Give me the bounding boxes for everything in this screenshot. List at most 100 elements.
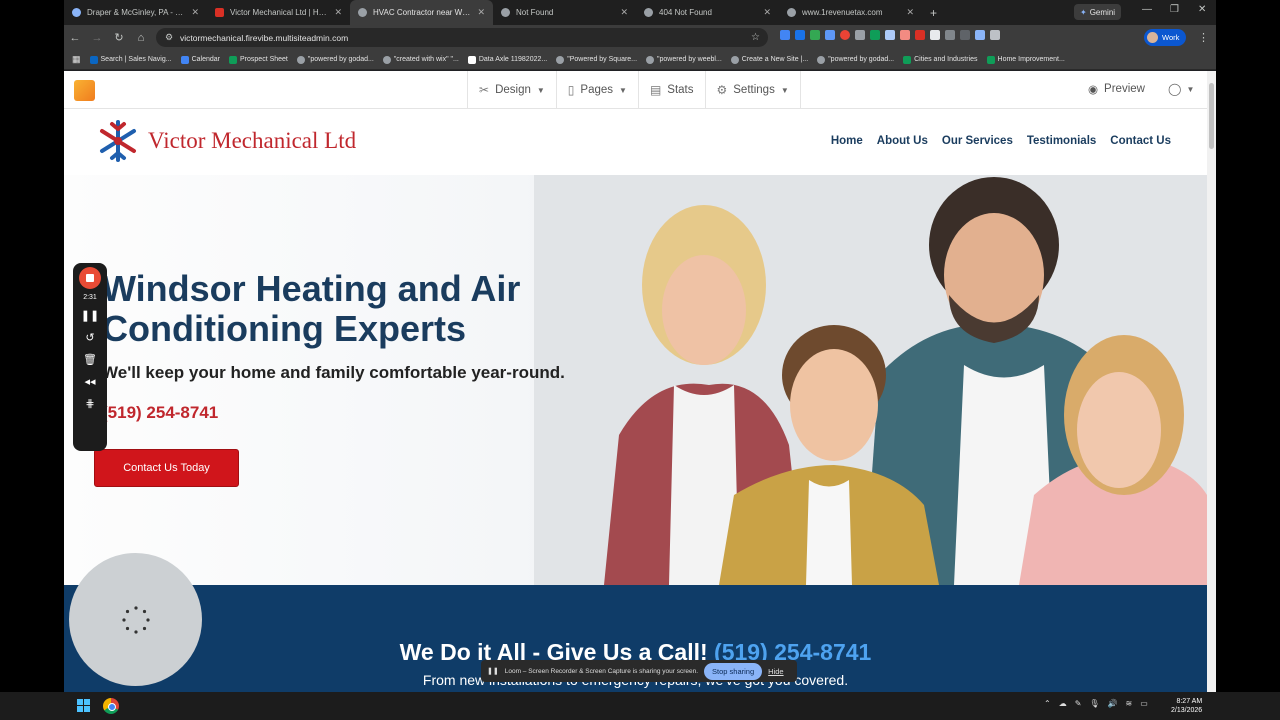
windows-start-icon[interactable] — [77, 699, 90, 712]
recording-timer: 2:31 — [83, 294, 97, 301]
clock[interactable]: 8:27 AM 2/13/2026 — [1171, 697, 1202, 715]
address-bar[interactable]: ⚙ victormechanical.firevibe.multisiteadm… — [156, 28, 768, 47]
site-name[interactable]: Victor Mechanical Ltd — [148, 128, 356, 154]
bookmark-label: "powered by godad... — [307, 56, 374, 63]
reload-icon[interactable]: ↻ — [108, 31, 130, 44]
editor-logo[interactable] — [74, 80, 95, 101]
chevron-up-icon[interactable]: ⌃ — [1044, 699, 1051, 708]
extension-icon[interactable] — [810, 30, 820, 40]
bookmark-item[interactable]: "powered by godad... — [817, 55, 895, 64]
bookmark-item[interactable]: "powered by weebl... — [646, 55, 722, 64]
extension-icon[interactable] — [870, 30, 880, 40]
speaker-icon[interactable]: 🔊 — [1108, 699, 1118, 708]
extension-icon[interactable] — [825, 30, 835, 40]
restore-icon[interactable]: ❐ — [1170, 4, 1179, 15]
google-icon — [646, 55, 655, 64]
nav-about-us[interactable]: About Us — [877, 135, 928, 147]
nav-testimonials[interactable]: Testimonials — [1027, 135, 1096, 147]
hide-link[interactable]: Hide — [768, 667, 783, 676]
pages-menu[interactable]: ▯ Pages ▼ — [557, 71, 639, 109]
close-icon[interactable]: ✕ — [620, 7, 628, 18]
close-icon[interactable]: ✕ — [477, 7, 485, 18]
page-scrollbar[interactable] — [1207, 71, 1216, 692]
bookmark-star-icon[interactable]: ☆ — [751, 32, 760, 43]
chrome-icon[interactable] — [103, 698, 119, 714]
close-icon[interactable]: ✕ — [334, 7, 342, 18]
back-icon[interactable]: ← — [64, 32, 86, 44]
extension-icon[interactable] — [945, 30, 955, 40]
extension-icon[interactable] — [960, 30, 970, 40]
extension-icon[interactable] — [780, 30, 790, 40]
bookmark-item[interactable]: Home Improvement... — [986, 55, 1065, 64]
camera-bubble[interactable] — [69, 553, 202, 686]
stats-menu[interactable]: ▤ Stats — [639, 71, 706, 109]
forward-icon[interactable]: → — [86, 32, 108, 44]
share-text: Loom – Screen Recorder & Screen Capture … — [504, 667, 699, 675]
design-menu[interactable]: ✂ Design ▼ — [468, 71, 557, 109]
hero-phone[interactable]: (519) 254-8741 — [102, 403, 218, 423]
extension-icon[interactable] — [915, 30, 925, 40]
minimize-icon[interactable]: — — [1142, 4, 1152, 15]
browser-tab[interactable]: 404 Not Found ✕ — [636, 0, 779, 25]
close-icon[interactable]: ✕ — [906, 7, 914, 18]
extension-icon[interactable] — [885, 30, 895, 40]
extension-icon[interactable] — [840, 30, 850, 40]
account-menu[interactable]: ◯ ▼ — [1168, 82, 1194, 96]
bookmark-item[interactable]: Cities and Industries — [903, 55, 978, 64]
browser-tab[interactable]: Not Found ✕ — [493, 0, 636, 25]
browser-tab-active[interactable]: HVAC Contractor near Windsor ✕ — [350, 0, 493, 25]
puzzle-icon[interactable] — [990, 30, 1000, 40]
snowflake-flame-logo[interactable] — [96, 118, 140, 164]
battery-icon[interactable]: ▭ — [1140, 699, 1148, 708]
pause-icon[interactable]: ❚❚ — [81, 309, 99, 323]
site-info-icon[interactable]: ⚙ — [165, 32, 173, 43]
extension-icon[interactable] — [795, 30, 805, 40]
stop-recording-button[interactable] — [79, 267, 101, 289]
extension-icon[interactable] — [900, 30, 910, 40]
browser-tab[interactable]: Draper & McGinley, PA - Home ✕ — [64, 0, 207, 25]
close-window-icon[interactable]: ✕ — [1198, 4, 1206, 15]
stop-sharing-button[interactable]: Stop sharing — [704, 662, 763, 680]
nav-home[interactable]: Home — [831, 135, 863, 147]
pause-icon[interactable]: ❚❚ — [487, 667, 499, 675]
bookmark-item[interactable]: Prospect Sheet — [229, 55, 288, 64]
extension-icon[interactable] — [855, 30, 865, 40]
microphone-icon[interactable]: 🎙 — [1089, 699, 1099, 708]
new-tab-button[interactable]: + — [922, 0, 945, 25]
scrollbar-thumb[interactable] — [1209, 83, 1214, 149]
nav-our-services[interactable]: Our Services — [942, 135, 1013, 147]
close-icon[interactable]: ✕ — [191, 7, 199, 18]
grid-icon[interactable]: ⋕ — [85, 397, 94, 411]
home-icon[interactable]: ⌂ — [130, 32, 152, 44]
bookmark-item[interactable]: "Powered by Square... — [556, 55, 637, 64]
design-icon: ✂ — [479, 83, 490, 97]
profile-button[interactable]: Work — [1144, 29, 1187, 46]
preview-button[interactable]: ◉ Preview — [1088, 82, 1145, 96]
apps-icon[interactable]: ▦ — [72, 54, 81, 65]
pen-icon[interactable]: ✎ — [1075, 699, 1082, 708]
menu-kebab-icon[interactable]: ⋮ — [1198, 31, 1209, 44]
google-icon — [382, 55, 391, 64]
bookmark-item[interactable]: "created with wix" "... — [382, 55, 459, 64]
globe-icon — [358, 8, 367, 17]
gemini-button[interactable]: ✦ Gemini — [1074, 4, 1122, 20]
bookmark-item[interactable]: Calendar — [180, 55, 220, 64]
extension-icon[interactable] — [975, 30, 985, 40]
trash-icon[interactable]: 🗑 — [83, 353, 97, 367]
contact-us-button[interactable]: Contact Us Today — [94, 449, 239, 487]
bookmark-item[interactable]: Data Axle 11982022... — [467, 55, 547, 64]
bookmark-item[interactable]: Create a New Site |... — [730, 55, 808, 64]
nav-contact-us[interactable]: Contact Us — [1110, 135, 1171, 147]
rewind-icon[interactable]: ◂◂ — [84, 375, 95, 389]
wifi-icon[interactable]: ≋ — [1126, 699, 1133, 708]
extension-icon[interactable] — [930, 30, 940, 40]
browser-tab[interactable]: www.1revenuetax.com ✕ — [779, 0, 922, 25]
bookmark-item[interactable]: Search | Sales Navig... — [89, 55, 172, 64]
browser-tab[interactable]: Victor Mechanical Ltd | HVAC ✕ — [207, 0, 350, 25]
cloud-icon[interactable]: ☁ — [1059, 699, 1067, 708]
settings-menu[interactable]: ⚙ Settings ▼ — [706, 71, 801, 109]
restart-icon[interactable]: ↺ — [85, 331, 94, 345]
bookmark-item[interactable]: "powered by godad... — [296, 55, 374, 64]
close-icon[interactable]: ✕ — [763, 7, 771, 18]
bookmark-label: "powered by godad... — [828, 56, 895, 63]
